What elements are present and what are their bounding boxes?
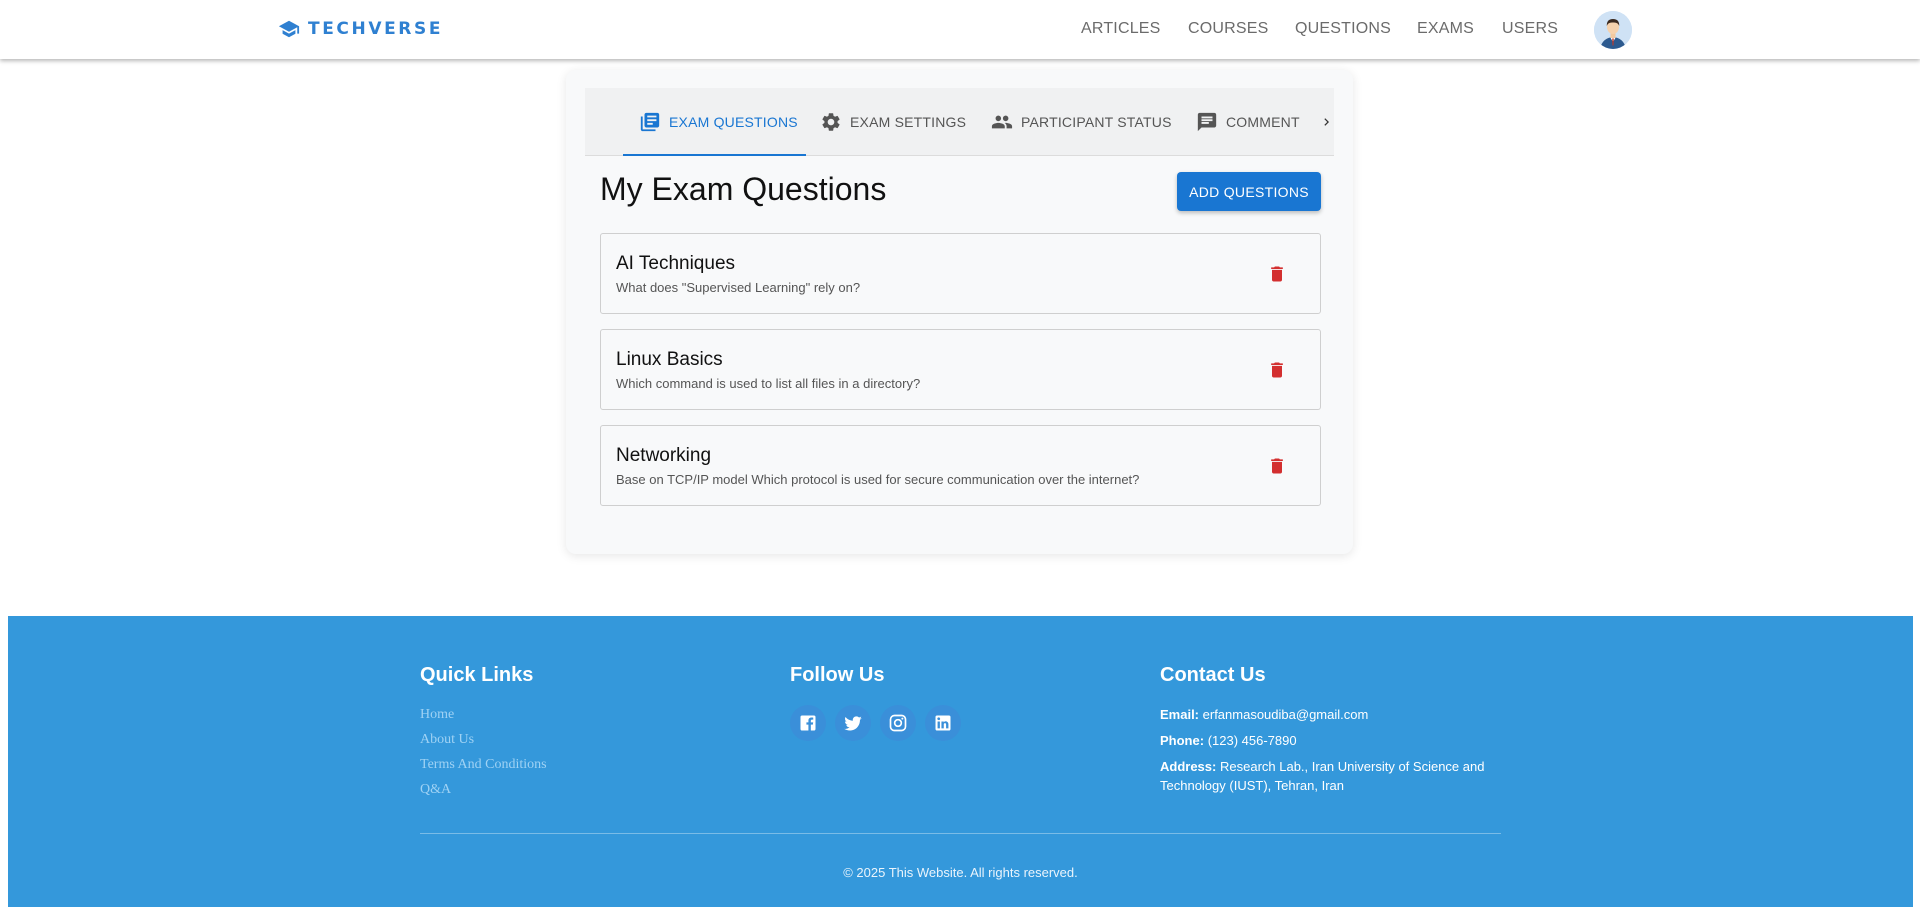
tab-strip: EXAM QUESTIONS EXAM SETTINGS PARTICIPANT…: [585, 88, 1315, 156]
library-books-icon: [640, 112, 660, 132]
add-questions-button[interactable]: ADD QUESTIONS: [1177, 172, 1321, 211]
contact-heading: Contact Us: [1160, 664, 1266, 686]
user-avatar-icon: [1594, 11, 1632, 49]
twitter-icon: [844, 716, 862, 731]
question-title: Networking: [616, 445, 712, 466]
brand-logo[interactable]: TECHVERSE: [278, 18, 443, 40]
footer-link-qa[interactable]: Q&A: [420, 780, 547, 799]
page-title: My Exam Questions: [600, 171, 887, 207]
instagram-icon: [889, 714, 907, 732]
contact-details: Email: erfanmasoudiba@gmail.com Phone: (…: [1160, 705, 1500, 795]
trash-icon: [1271, 266, 1283, 282]
comment-icon: [1197, 112, 1217, 132]
tab-label: EXAM QUESTIONS: [669, 114, 798, 130]
question-title: AI Techniques: [616, 253, 736, 274]
tab-comment[interactable]: COMMENT: [1196, 88, 1300, 156]
tab-scroll-right-button[interactable]: [1319, 88, 1334, 156]
graduation-cap-icon: [278, 20, 300, 38]
instagram-button[interactable]: [880, 705, 916, 741]
nav-users[interactable]: USERS: [1502, 20, 1558, 38]
top-navbar: TECHVERSE ARTICLES COURSES QUESTIONS EXA…: [0, 0, 1920, 59]
footer-link-about[interactable]: About Us: [420, 730, 547, 749]
nav-exams[interactable]: EXAMS: [1417, 20, 1474, 38]
nav-articles[interactable]: ARTICLES: [1081, 20, 1161, 38]
gear-icon: [822, 113, 840, 131]
trash-icon: [1271, 362, 1283, 378]
tab-exam-questions[interactable]: EXAM QUESTIONS: [639, 88, 798, 156]
contact-address: Address: Research Lab., Iran University …: [1160, 759, 1485, 793]
people-icon: [991, 115, 1013, 129]
contact-phone: Phone: (123) 456-7890: [1160, 733, 1297, 748]
question-text: What does "Supervised Learning" rely on?: [616, 280, 861, 295]
footer-link-home[interactable]: Home: [420, 705, 547, 724]
tab-label: PARTICIPANT STATUS: [1021, 114, 1172, 130]
social-links: [790, 705, 961, 741]
footer-divider: [420, 833, 1501, 834]
contact-section: Contact Us Email: erfanmasoudiba@gmail.c…: [1160, 664, 1500, 802]
nav-courses[interactable]: COURSES: [1188, 20, 1269, 38]
facebook-button[interactable]: [790, 705, 826, 741]
quick-links-heading: Quick Links: [420, 664, 534, 686]
exam-card: EXAM QUESTIONS EXAM SETTINGS PARTICIPANT…: [566, 70, 1353, 554]
active-tab-indicator: [623, 154, 806, 156]
question-text: Base on TCP/IP model Which protocol is u…: [616, 472, 1140, 487]
quick-links-section: Quick Links Home About Us Terms And Cond…: [420, 664, 547, 805]
brand-name: TECHVERSE: [308, 19, 444, 39]
delete-question-button[interactable]: [1265, 454, 1289, 478]
tab-label: COMMENT: [1226, 114, 1300, 130]
delete-question-button[interactable]: [1265, 358, 1289, 382]
question-list: AI Techniques What does "Supervised Lear…: [600, 233, 1321, 521]
twitter-button[interactable]: [835, 705, 871, 741]
avatar[interactable]: [1594, 11, 1632, 49]
question-item[interactable]: Linux Basics Which command is used to li…: [600, 329, 1321, 410]
question-title: Linux Basics: [616, 349, 723, 370]
trash-icon: [1271, 458, 1283, 474]
quick-links-list: Home About Us Terms And Conditions Q&A: [420, 705, 547, 799]
question-item[interactable]: AI Techniques What does "Supervised Lear…: [600, 233, 1321, 314]
question-text: Which command is used to list all files …: [616, 376, 921, 391]
delete-question-button[interactable]: [1265, 262, 1289, 286]
chevron-right-icon: [1324, 118, 1329, 126]
linkedin-icon: [935, 715, 951, 731]
copyright-text: © 2025 This Website. All rights reserved…: [843, 865, 1078, 880]
question-item[interactable]: Networking Base on TCP/IP model Which pr…: [600, 425, 1321, 506]
nav-questions[interactable]: QUESTIONS: [1295, 20, 1391, 38]
site-footer: Quick Links Home About Us Terms And Cond…: [8, 616, 1913, 907]
footer-link-terms[interactable]: Terms And Conditions: [420, 755, 547, 774]
contact-email: Email: erfanmasoudiba@gmail.com: [1160, 707, 1369, 722]
exam-tabs: EXAM QUESTIONS EXAM SETTINGS PARTICIPANT…: [585, 88, 1334, 156]
facebook-icon: [800, 715, 816, 731]
linkedin-button[interactable]: [925, 705, 961, 741]
tab-label: EXAM SETTINGS: [850, 114, 967, 130]
follow-us-section: Follow Us: [790, 664, 961, 741]
tab-participant-status[interactable]: PARTICIPANT STATUS: [991, 88, 1172, 156]
tab-exam-settings[interactable]: EXAM SETTINGS: [820, 88, 966, 156]
follow-us-heading: Follow Us: [790, 664, 885, 686]
